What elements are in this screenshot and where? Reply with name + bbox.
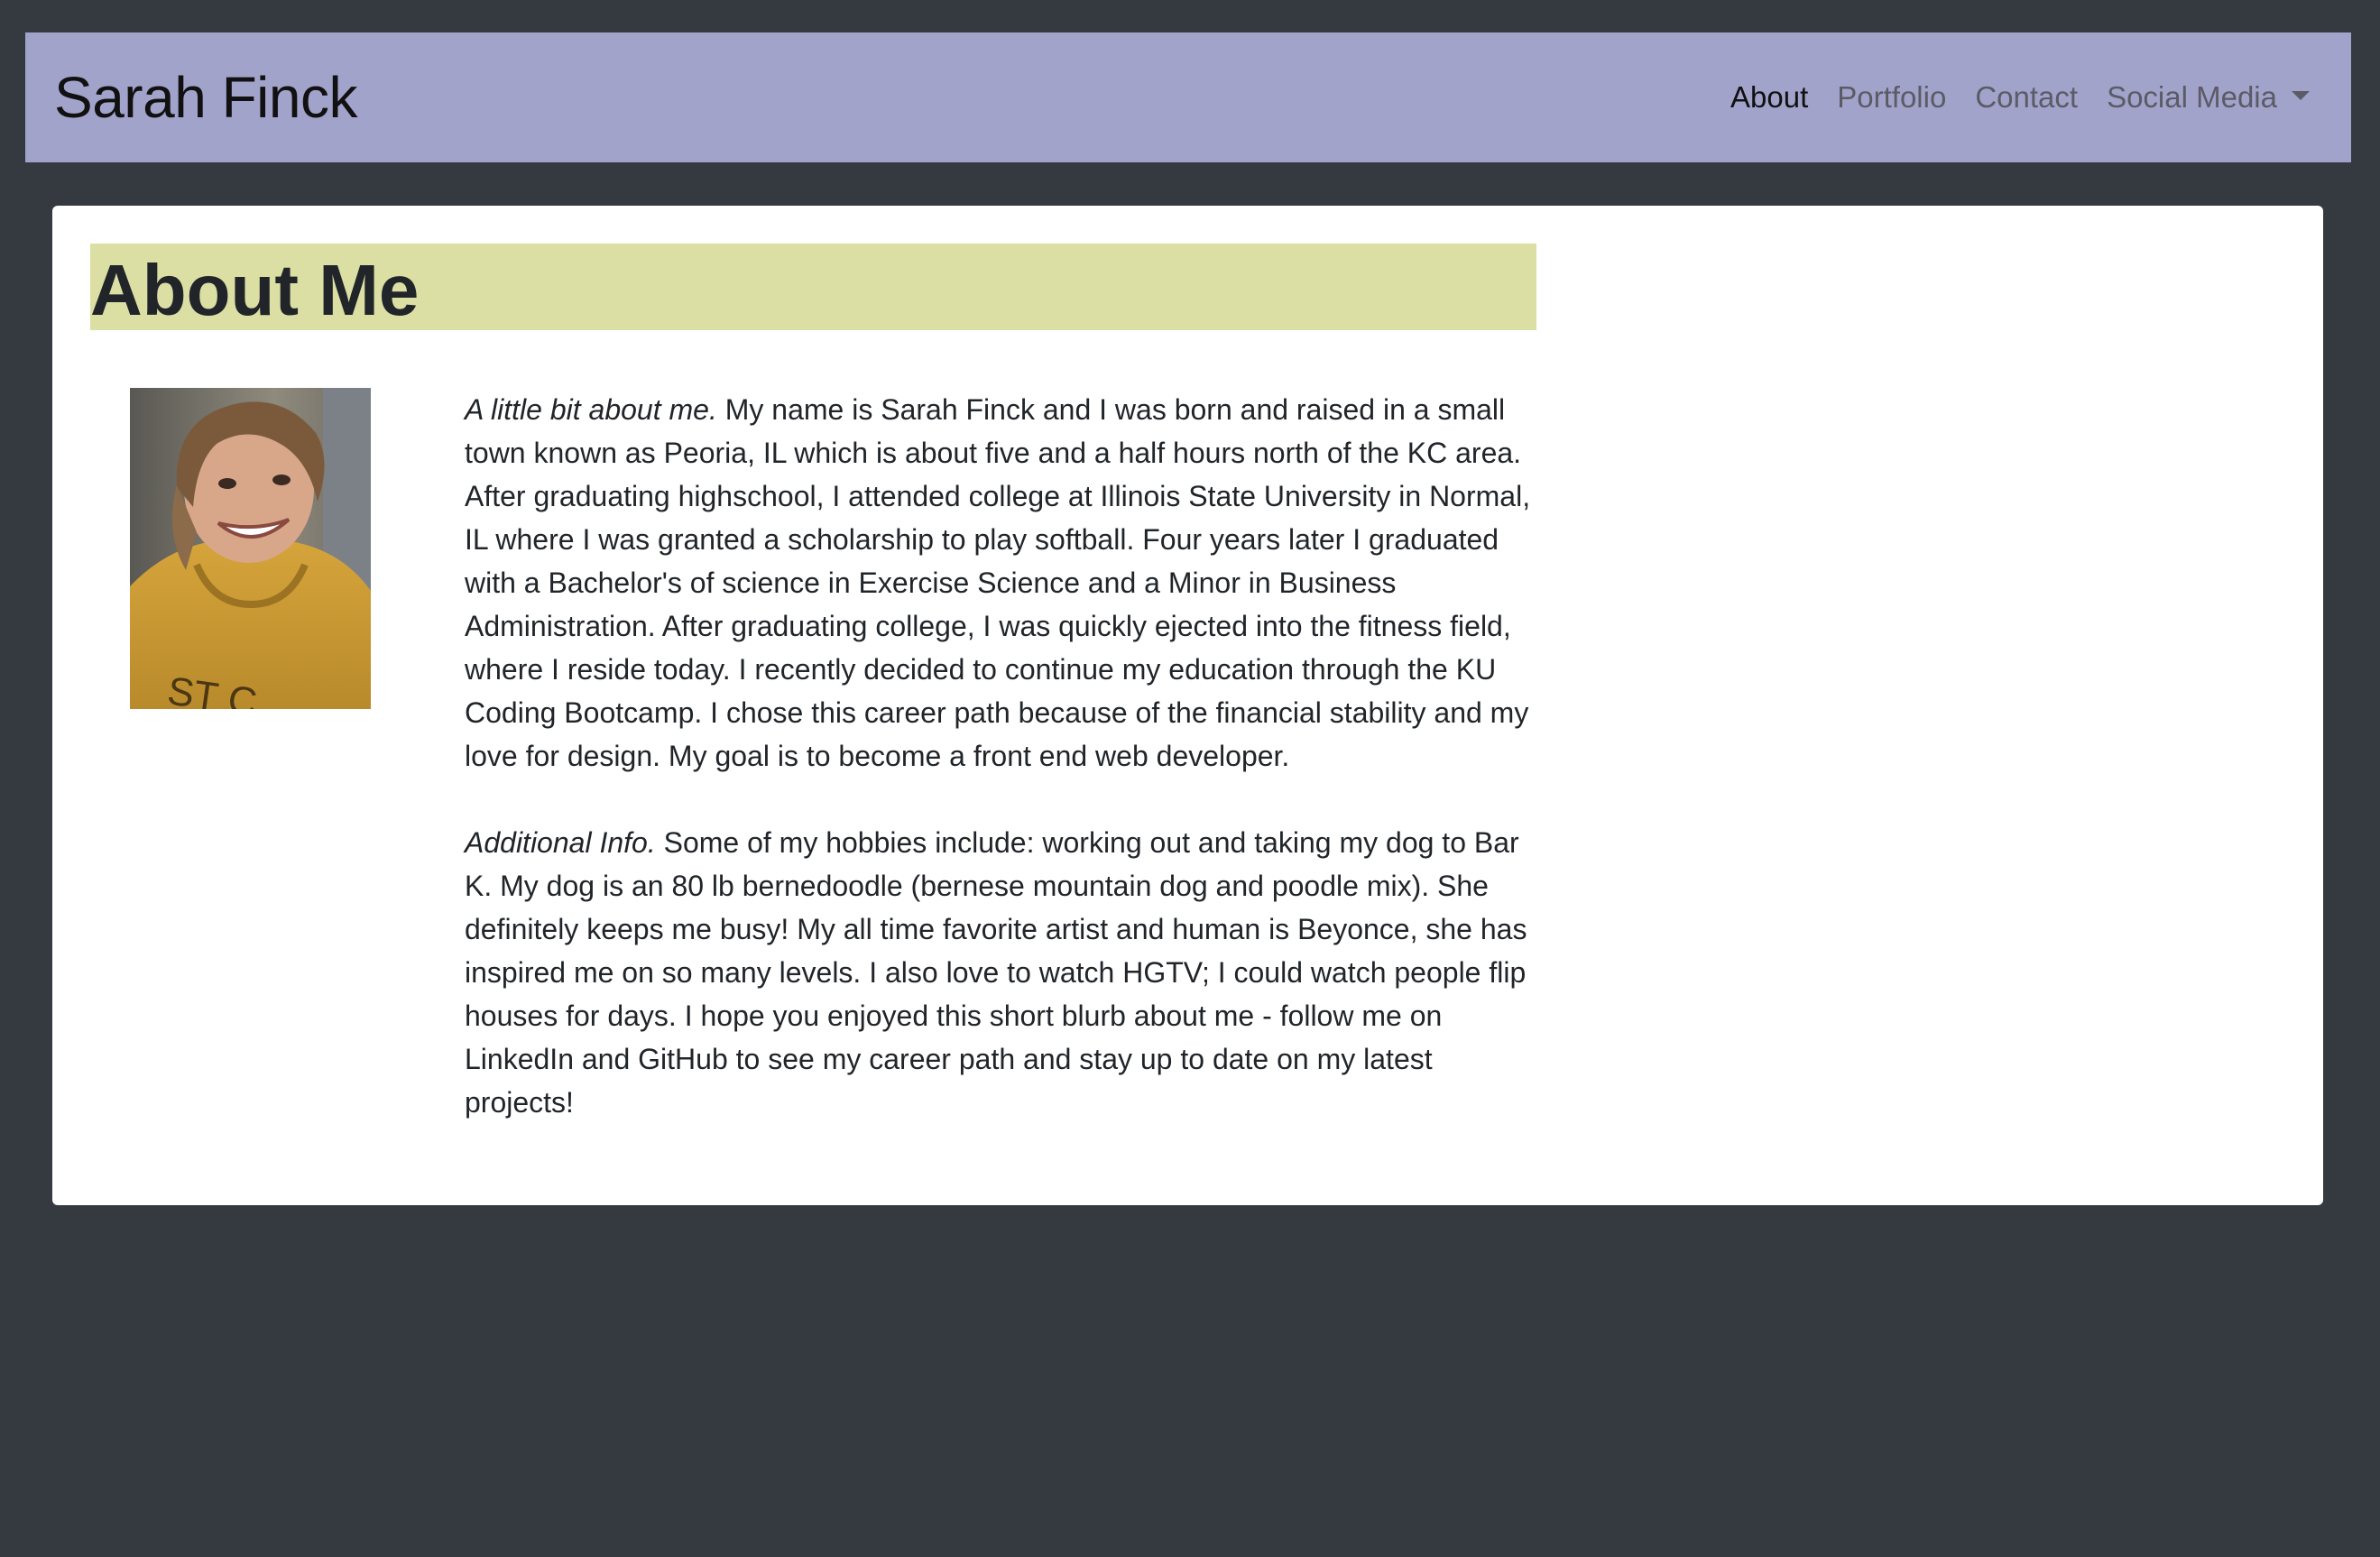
nav-link-about[interactable]: About [1730, 80, 1808, 115]
page-title: About Me [90, 250, 420, 330]
about-card: About Me ST C A little bit about me. My … [52, 206, 2323, 1205]
bio-paragraph-additional: Additional Info. Some of my hobbies incl… [465, 821, 1547, 1124]
nav-link-contact[interactable]: Contact [1975, 80, 2078, 115]
main-nav: About Portfolio Contact Social Media [1730, 80, 2310, 115]
bio-lead-additional: Additional Info. [465, 826, 656, 859]
social-media-dropdown[interactable]: Social Media [2107, 80, 2310, 115]
navbar: Sarah Finck About Portfolio Contact Soci… [25, 32, 2351, 162]
profile-photo-image: ST C [130, 388, 371, 709]
chevron-down-icon[interactable] [2292, 91, 2310, 100]
heading-highlight: About Me [90, 244, 1536, 330]
bio-body-additional: Some of my hobbies include: working out … [465, 826, 1527, 1119]
profile-photo: ST C [130, 388, 371, 709]
nav-link-portfolio[interactable]: Portfolio [1837, 80, 1946, 115]
bio-lead-about: A little bit about me. [465, 393, 717, 426]
bio-text: A little bit about me. My name is Sarah … [465, 388, 1547, 1167]
brand-name[interactable]: Sarah Finck [54, 64, 357, 131]
bio-paragraph-about: A little bit about me. My name is Sarah … [465, 388, 1547, 778]
nav-link-social-media[interactable]: Social Media [2107, 80, 2277, 115]
bio-body-about: My name is Sarah Finck and I was born an… [465, 393, 1531, 772]
